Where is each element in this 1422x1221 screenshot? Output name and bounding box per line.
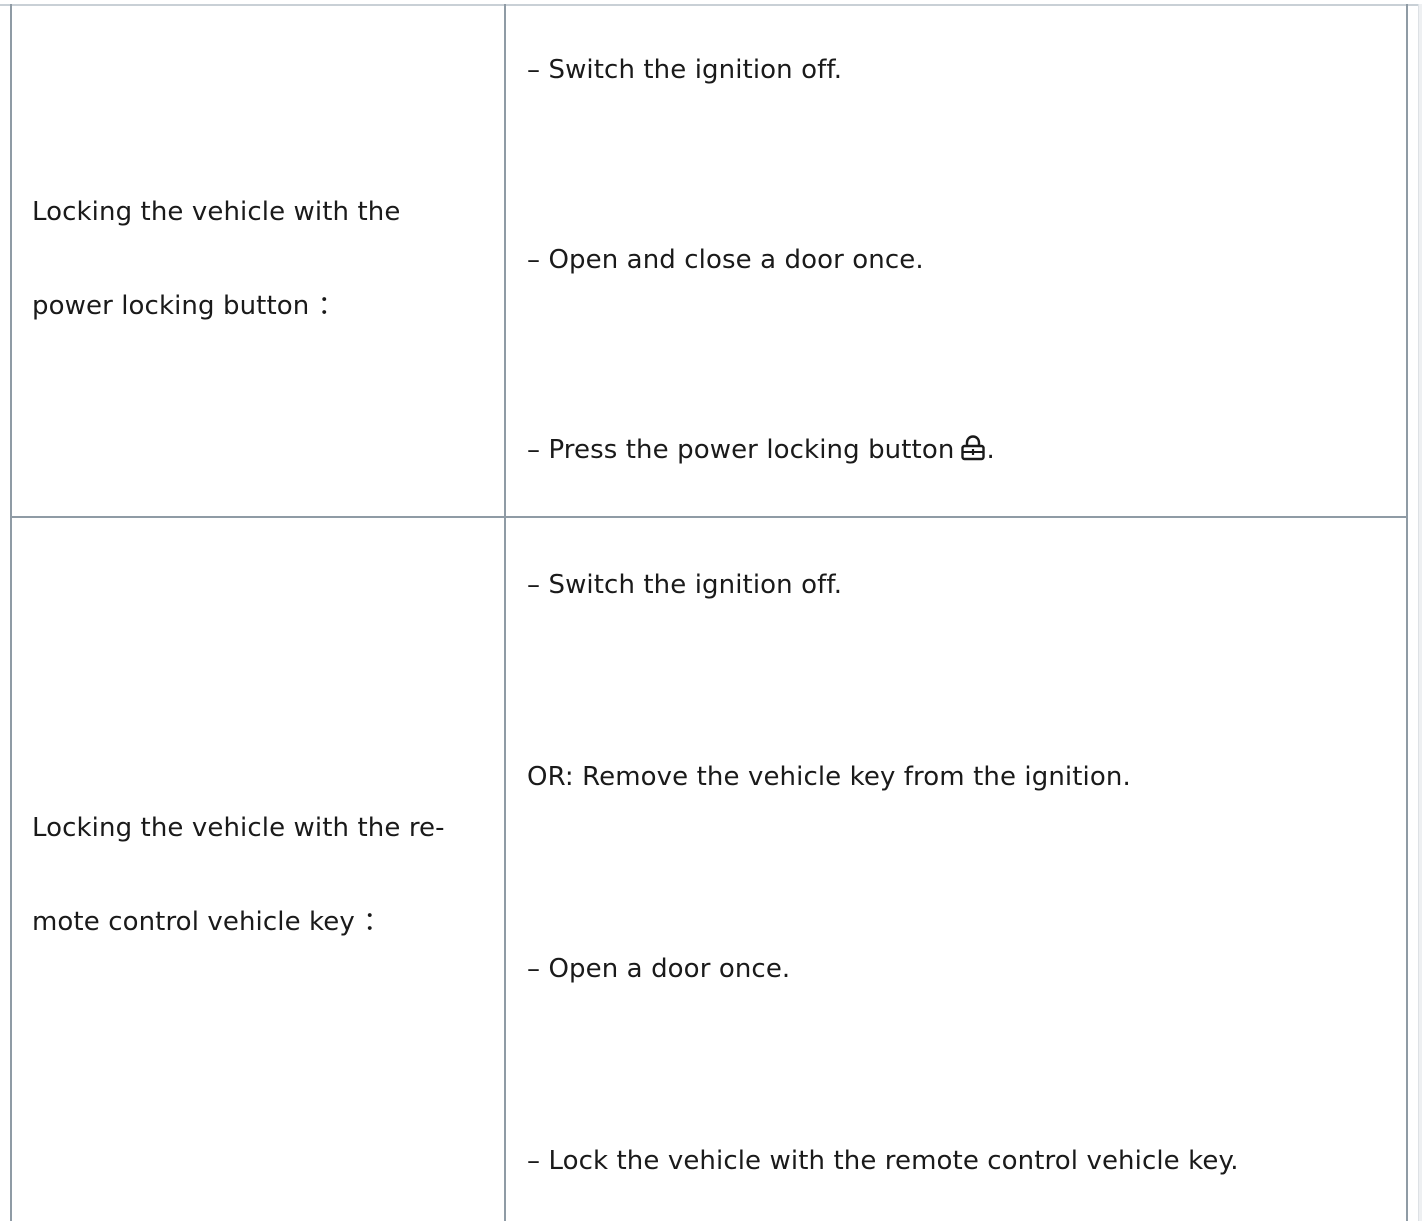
row-label-line: Locking the vehicle with the re-: [32, 813, 445, 843]
step-item: – Open and close a door once.: [527, 245, 924, 275]
table-left-border: [10, 4, 12, 1221]
table-column-divider: [504, 4, 506, 1221]
row-label-line: mote control vehicle key ：: [32, 907, 390, 937]
page-top-border: [0, 4, 1422, 6]
step-item: – Press the power locking button .: [527, 434, 995, 466]
row-label-line: Locking the vehicle with the: [32, 197, 401, 227]
step-item: – Switch the ignition off.: [527, 55, 843, 85]
step-suffix: .: [986, 435, 995, 465]
step-item: – Open a door once.: [527, 954, 791, 984]
step-item: – Lock the vehicle with the remote contr…: [527, 1146, 1239, 1176]
table-right-border: [1406, 4, 1408, 1221]
lock-icon: [960, 435, 986, 461]
step-item: OR: Remove the vehicle key from the igni…: [527, 762, 1131, 792]
row-label-line: power locking button ：: [32, 291, 344, 321]
table-row-divider: [10, 516, 1408, 518]
step-text: – Press the power locking button: [527, 435, 955, 465]
step-item: – Switch the ignition off.: [527, 570, 843, 600]
scrollbar-edge[interactable]: [1418, 4, 1422, 1221]
